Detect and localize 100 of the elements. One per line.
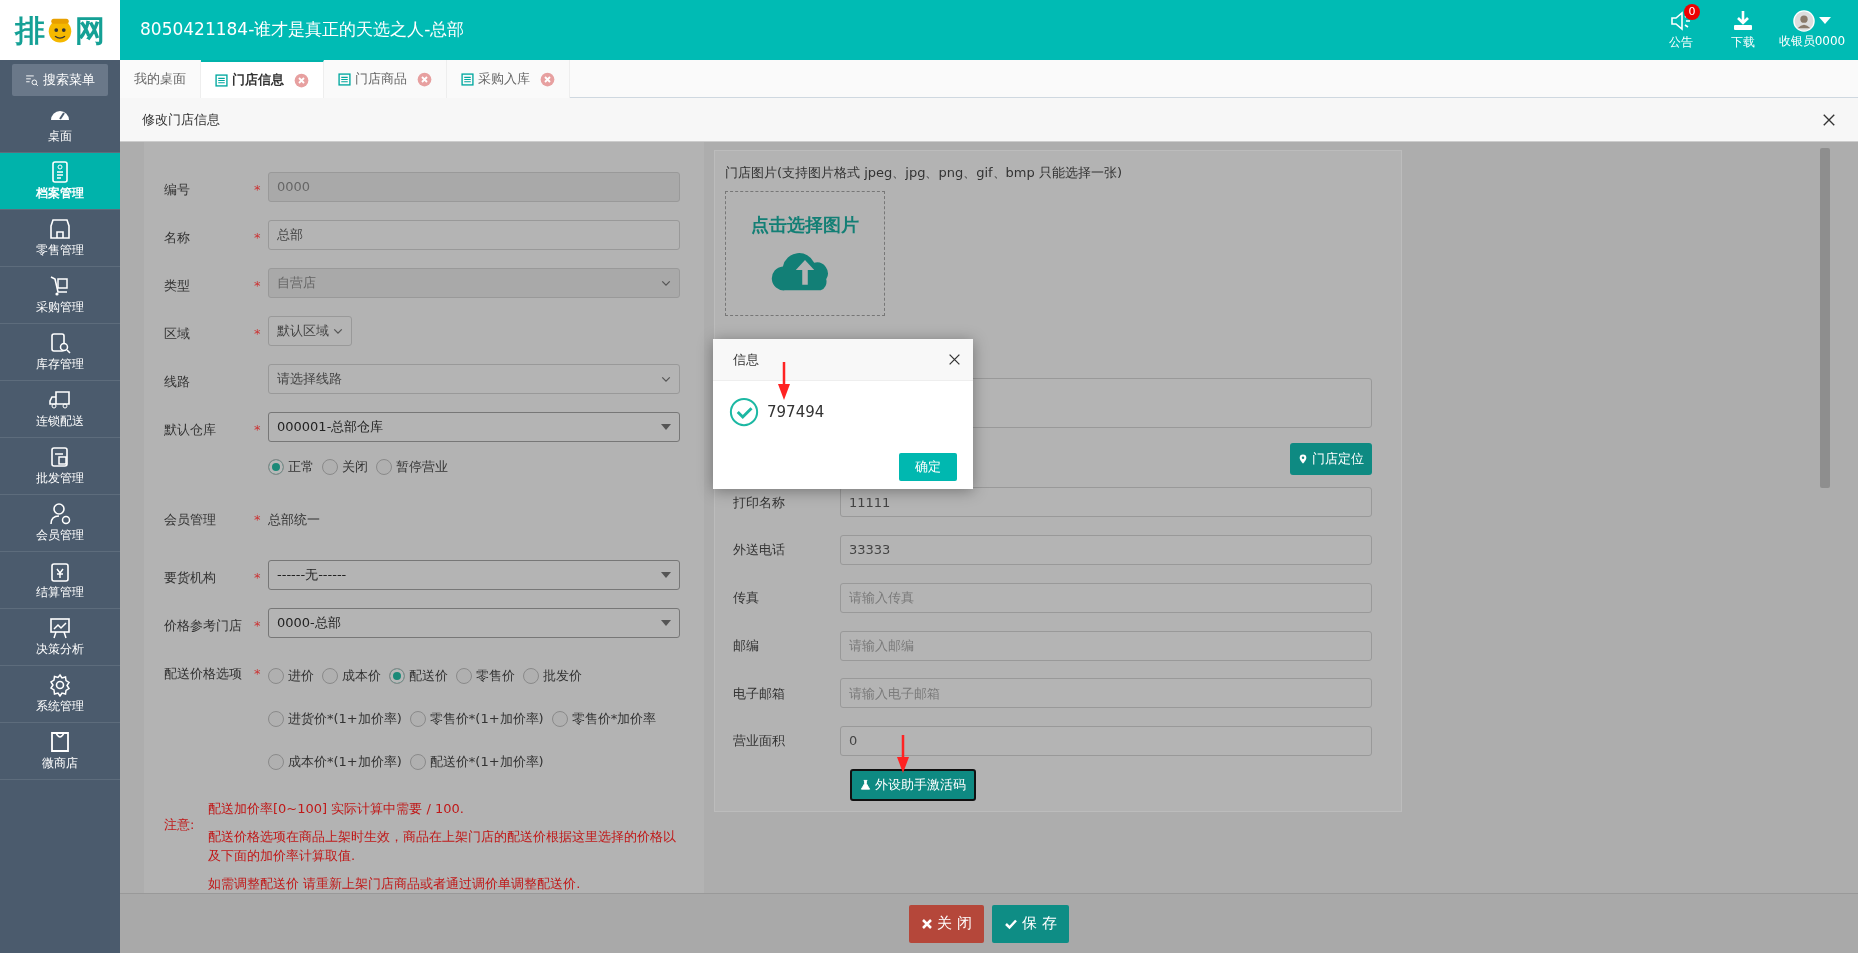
required-mark: * xyxy=(254,570,261,585)
close-icon xyxy=(1822,112,1836,127)
page-title: 修改门店信息 xyxy=(142,110,220,129)
radio-option[interactable]: 零售价 xyxy=(456,665,515,686)
save-button[interactable]: 保 存 xyxy=(992,904,1069,943)
locate-button[interactable]: 门店定位 xyxy=(1290,442,1372,475)
clipboard-search-icon xyxy=(48,331,72,355)
note-text: 如需调整配送价 请重新上架门店商品或者通过调价单调整配送价. xyxy=(208,874,582,893)
scrollbar[interactable] xyxy=(1820,148,1830,488)
field-label: 会员管理 xyxy=(164,512,216,527)
radio-option[interactable]: 暂停营业 xyxy=(376,457,448,477)
radio-option[interactable]: 进货价*(1+加价率) xyxy=(268,708,402,729)
radio-option[interactable]: 关闭 xyxy=(322,457,368,477)
field-label: 编号 xyxy=(164,182,190,197)
input-field[interactable]: 0 xyxy=(840,726,1372,757)
close-button[interactable]: 关 闭 xyxy=(909,904,984,943)
header-title: 8050421184-谁才是真正的天选之人-总部 xyxy=(139,18,466,42)
user-badge-icon xyxy=(48,502,72,526)
field-label: 要货机构 xyxy=(164,570,216,585)
close-icon xyxy=(921,917,934,930)
avatar-icon xyxy=(1793,10,1815,32)
field-label: 名称 xyxy=(164,230,190,245)
note-text: 配送价格选项在商品上架时生效，商品在上架门店的配送价根据这里选择的价格以及下面的加价率计算取值. xyxy=(208,827,677,865)
input-field[interactable]: 11111 xyxy=(840,487,1372,518)
chevron-down-icon xyxy=(661,278,671,288)
field-label: 区域 xyxy=(164,326,190,341)
tab[interactable]: 门店商品 xyxy=(324,60,447,98)
chevron-down-icon xyxy=(333,326,343,336)
field-label: 营业面积 xyxy=(733,733,785,749)
select-field[interactable]: 请选择线路 xyxy=(268,364,680,394)
field-label: 外送电话 xyxy=(733,542,785,558)
radio-option[interactable]: 配送价*(1+加价率) xyxy=(409,751,544,772)
close-icon xyxy=(294,72,309,88)
radio-option[interactable]: 配送价 xyxy=(389,665,448,686)
radio-option[interactable]: 零售价*(1+加价率) xyxy=(409,708,544,729)
truck-icon xyxy=(48,388,72,412)
radio-option[interactable]: 零售价*加价率 xyxy=(551,708,657,729)
tab[interactable]: 我的桌面 xyxy=(120,60,201,98)
caret-icon xyxy=(661,620,671,626)
list-icon xyxy=(461,72,474,86)
speaker-icon xyxy=(1669,9,1693,33)
required-mark: * xyxy=(254,230,261,245)
caret-icon xyxy=(1819,17,1831,25)
required-mark: * xyxy=(254,422,261,437)
radio-option[interactable]: 正常 xyxy=(268,457,314,477)
required-mark: * xyxy=(254,326,261,341)
required-mark: * xyxy=(254,666,261,681)
select-field[interactable]: 0000-总部 xyxy=(268,608,680,638)
tab[interactable]: 门店信息 xyxy=(201,60,324,98)
search-menu-button[interactable]: 搜索菜单 xyxy=(12,64,108,96)
close-icon xyxy=(948,353,961,366)
check-circle-icon xyxy=(729,397,759,427)
field-label: 打印名称 xyxy=(733,494,785,510)
activation-code-button[interactable]: 外设助手激活码 xyxy=(850,769,976,801)
map-pin-icon xyxy=(1298,452,1308,465)
select-field[interactable]: 默认区域 xyxy=(268,316,352,346)
list-icon xyxy=(338,72,351,86)
field-label: 默认仓库 xyxy=(164,422,216,437)
field-label: 配送价格选项 xyxy=(164,666,242,681)
note-text: 配送加价率[0~100] 实际计算中需要 / 100. xyxy=(208,800,465,818)
search-list-icon xyxy=(25,73,39,87)
field-label: 线路 xyxy=(164,374,190,389)
image-label: 门店图片(支持图片格式 jpeg、jpg、png、gif、bmp 只能选择一张) xyxy=(725,164,1123,182)
field-label: 类型 xyxy=(164,278,190,293)
shop-icon xyxy=(48,217,72,241)
caret-icon xyxy=(661,572,671,578)
field-label: 传真 xyxy=(733,590,759,606)
caret-icon xyxy=(661,424,671,430)
annotation-arrow xyxy=(777,362,791,400)
list-icon xyxy=(215,73,228,87)
check-icon xyxy=(1004,917,1018,930)
notes-label: 注意: xyxy=(164,817,195,832)
radio-option[interactable]: 批发价 xyxy=(523,665,582,686)
radio-option[interactable]: 进价 xyxy=(268,665,314,686)
notification-count: 0 xyxy=(1684,4,1700,20)
input-field[interactable]: 33333 xyxy=(840,535,1372,566)
annotation-arrow xyxy=(896,735,910,773)
logo-text: 排 xyxy=(15,11,45,50)
chart-board-icon xyxy=(48,616,72,640)
radio-option[interactable]: 成本价 xyxy=(322,665,381,686)
dialog-message: 797494 xyxy=(767,401,825,423)
required-mark: * xyxy=(254,182,261,197)
select-field[interactable]: ------无------ xyxy=(268,560,680,590)
logo-text: 网 xyxy=(75,11,105,50)
tab[interactable]: 采购入库 xyxy=(447,60,570,98)
chevron-down-icon xyxy=(661,374,671,384)
required-mark: * xyxy=(254,618,261,633)
input-field[interactable]: 总部 xyxy=(268,220,680,250)
close-icon xyxy=(540,71,555,87)
field-label: 电子邮箱 xyxy=(733,685,785,701)
required-mark: * xyxy=(254,512,261,527)
field-label: 邮编 xyxy=(733,637,759,653)
field-label: 价格参考门店 xyxy=(164,618,242,633)
flask-icon xyxy=(860,779,871,792)
radio-option[interactable]: 成本价*(1+加价率) xyxy=(268,751,402,772)
select-field[interactable]: 000001-总部仓库 xyxy=(268,412,680,442)
field-value: 总部统一 xyxy=(268,512,320,527)
gear-icon xyxy=(48,673,72,697)
close-icon xyxy=(417,71,432,87)
download-icon xyxy=(1731,9,1755,33)
